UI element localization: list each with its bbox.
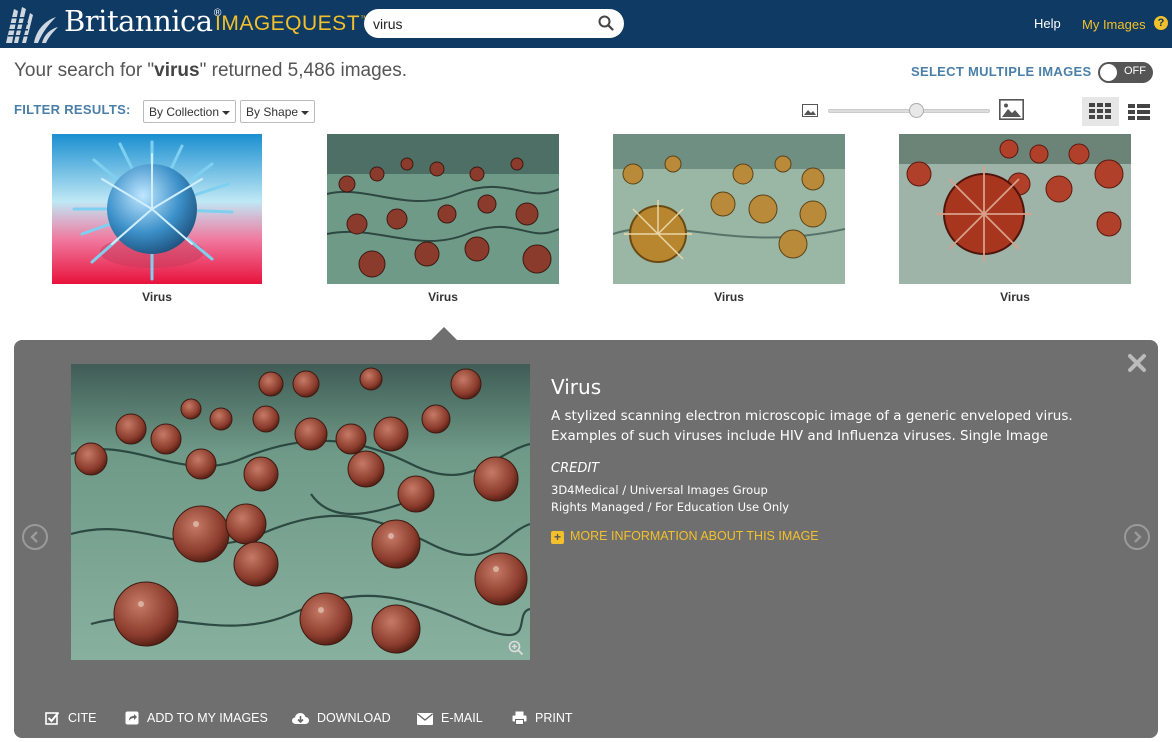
credit-source: 3D4Medical / Universal Images Group	[551, 483, 768, 497]
email-button[interactable]: E-MAIL	[417, 711, 483, 725]
results-suffix: " returned 5,486 images.	[199, 60, 408, 81]
detail-title: Virus	[551, 375, 602, 399]
list-view-button[interactable]	[1124, 97, 1156, 126]
select-multiple-label: SELECT MULTIPLE IMAGES	[911, 64, 1092, 79]
thumbnail-image[interactable]	[52, 134, 262, 284]
checkbox-icon	[45, 711, 60, 725]
search-input[interactable]	[364, 9, 584, 38]
toggle-knob	[1100, 64, 1117, 81]
download-button[interactable]: DOWNLOAD	[292, 711, 391, 725]
more-info-link[interactable]: + MORE INFORMATION ABOUT THIS IMAGE	[551, 529, 819, 544]
thistle-logo-icon[interactable]	[4, 3, 60, 47]
results-prefix: Your search for "	[14, 60, 155, 81]
add-to-my-images-button[interactable]: ADD TO MY IMAGES	[125, 711, 268, 725]
previous-arrow[interactable]	[22, 524, 48, 550]
cite-button[interactable]: CITE	[45, 711, 96, 725]
results-query: virus	[154, 60, 200, 81]
small-image-icon[interactable]	[802, 104, 818, 117]
share-icon	[125, 711, 139, 725]
brand-logo[interactable]: Britannica®	[64, 4, 223, 38]
list-view-icon	[1128, 104, 1150, 120]
detail-description: A stylized scanning electron microscopic…	[551, 408, 1073, 444]
plus-icon: +	[551, 531, 564, 544]
thumbnail-image[interactable]	[613, 134, 845, 284]
chevron-down-icon	[301, 110, 310, 115]
help-question-icon[interactable]: ?	[1154, 16, 1168, 30]
top-header: Britannica® IMAGEQUEST™ Help My Images ?	[0, 0, 1172, 48]
thumbnail-image[interactable]	[327, 134, 559, 284]
grid-view-icon	[1089, 103, 1111, 119]
search-box	[364, 9, 624, 38]
zoom-icon[interactable]	[508, 640, 524, 656]
print-button[interactable]: PRINT	[512, 711, 573, 725]
thumbnail-title[interactable]: Virus	[327, 290, 559, 304]
by-collection-dropdown[interactable]: By Collection	[143, 100, 237, 123]
image-detail-panel: Virus A stylized scanning electron micro…	[14, 340, 1158, 738]
toggle-state: OFF	[1124, 65, 1146, 77]
rights-info: Rights Managed / For Education Use Only	[551, 500, 790, 514]
large-image-icon[interactable]	[999, 99, 1024, 120]
by-shape-dropdown[interactable]: By Shape	[240, 100, 316, 123]
next-arrow[interactable]	[1124, 524, 1150, 550]
close-icon[interactable]	[1126, 352, 1148, 374]
printer-icon	[512, 711, 527, 725]
credit-heading: CREDIT	[551, 461, 600, 476]
grid-view-button[interactable]	[1082, 97, 1119, 126]
slider-handle[interactable]	[909, 103, 925, 118]
envelope-icon	[417, 713, 433, 725]
product-name[interactable]: IMAGEQUEST™	[215, 12, 369, 36]
chevron-left-icon	[30, 531, 38, 543]
panel-pointer	[431, 327, 457, 340]
select-multiple-toggle[interactable]: OFF	[1098, 62, 1153, 83]
help-link[interactable]: Help	[1034, 16, 1061, 31]
search-icon[interactable]	[598, 15, 614, 31]
results-summary: Your search for "virus" returned 5,486 i…	[14, 60, 407, 82]
chevron-right-icon	[1134, 531, 1142, 543]
thumbnail-title[interactable]: Virus	[613, 290, 845, 304]
filter-results-label: FILTER RESULTS:	[14, 102, 131, 117]
thumbnail-image[interactable]	[899, 134, 1131, 284]
detail-image[interactable]	[71, 364, 530, 660]
thumbnail-title[interactable]: Virus	[41, 290, 273, 304]
thumbnail-title[interactable]: Virus	[899, 290, 1131, 304]
my-images-link[interactable]: My Images	[1082, 17, 1146, 32]
chevron-down-icon	[222, 110, 231, 115]
cloud-download-icon	[292, 713, 309, 724]
